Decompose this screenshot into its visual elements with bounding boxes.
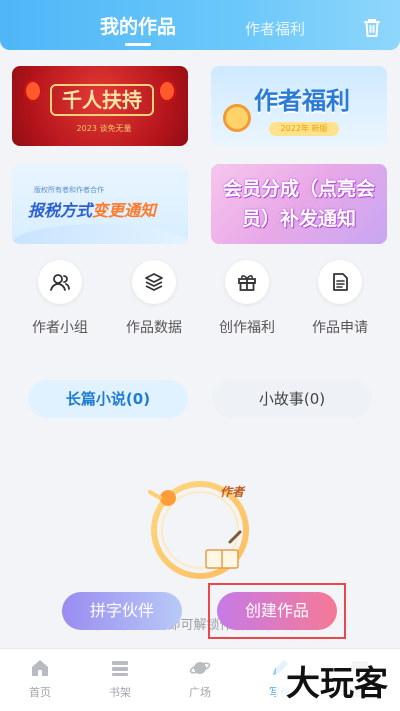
banner-thousand-support[interactable]: 千人扶持 2023 谈免无量 [12, 66, 188, 146]
bookshelf-icon [112, 661, 128, 676]
tab-my-works[interactable]: 我的作品 [92, 12, 184, 46]
shortcut-work-application[interactable]: 作品申请 [303, 260, 377, 340]
banner-member-share-notice[interactable]: 会员分成（点亮会员）补发通知 [211, 164, 387, 244]
lantern-icon [158, 80, 176, 102]
home-icon [32, 660, 48, 676]
create-work-button[interactable]: 创建作品 [217, 592, 337, 630]
banner-title-orange: 变更通知 [92, 201, 157, 220]
document-icon [333, 273, 348, 291]
top-header: 我的作品 作者福利 [0, 0, 400, 50]
banner-author-benefits[interactable]: 作者福利 2022年 新版 [211, 66, 387, 146]
nav-home[interactable]: 首页 [10, 657, 70, 705]
shortcut-label: 创作福利 [219, 320, 275, 336]
shortcut-author-group[interactable]: 作者小组 [23, 260, 97, 340]
nav-label: 首页 [29, 686, 51, 699]
banner-title: 作者福利 [254, 87, 350, 115]
author-badge: 作者 [219, 485, 244, 499]
shortcut-icon-circle [318, 260, 362, 304]
banner-tax-notice[interactable]: 版权所有者和作者合作 报税方式变更通知 [12, 164, 188, 244]
tab-short-story[interactable]: 小故事(0) [212, 380, 372, 418]
banner-title-blue: 报税方式 [28, 201, 93, 220]
shortcut-icon-circle [225, 260, 269, 304]
watermark-logo: 大玩客 [276, 660, 398, 708]
shortcut-label: 作品数据 [126, 320, 182, 336]
nav-label: 广场 [189, 686, 211, 699]
shortcut-icon-circle [38, 260, 82, 304]
layers-icon [145, 273, 163, 291]
banner-subtitle: 2022年 新版 [269, 122, 339, 136]
empty-state-illustration: 作者 [138, 468, 262, 592]
gift-icon [238, 275, 256, 291]
shortcut-creation-benefits[interactable]: 创作福利 [210, 260, 284, 340]
planet-icon [189, 662, 211, 674]
lantern-icon [24, 80, 42, 102]
banner-top-text: 版权所有者和作者合作 [34, 186, 104, 194]
user-group-icon [50, 274, 70, 291]
tab-long-novel[interactable]: 长篇小说(0) [28, 380, 188, 418]
nav-square[interactable]: 广场 [170, 657, 230, 705]
shortcut-work-data[interactable]: 作品数据 [117, 260, 191, 340]
shortcut-label: 作品申请 [312, 320, 368, 336]
nav-bookshelf[interactable]: 书架 [90, 657, 150, 705]
banner-subtitle: 2023 谈免无量 [76, 124, 132, 133]
nav-label: 书架 [109, 686, 131, 699]
tab-author-benefits[interactable]: 作者福利 [238, 16, 312, 42]
banner-title: 千人扶持 [50, 84, 154, 116]
banner-title: 报税方式变更通知 [28, 198, 180, 224]
wave-decoration [12, 224, 188, 244]
trash-icon[interactable] [360, 16, 384, 40]
shortcut-icon-circle [132, 260, 176, 304]
banner-title: 会员分成（点亮会员）补发通知 [222, 178, 375, 230]
shortcut-label: 作者小组 [32, 320, 88, 336]
word-partner-button[interactable]: 拼字伙伴 [62, 592, 182, 630]
